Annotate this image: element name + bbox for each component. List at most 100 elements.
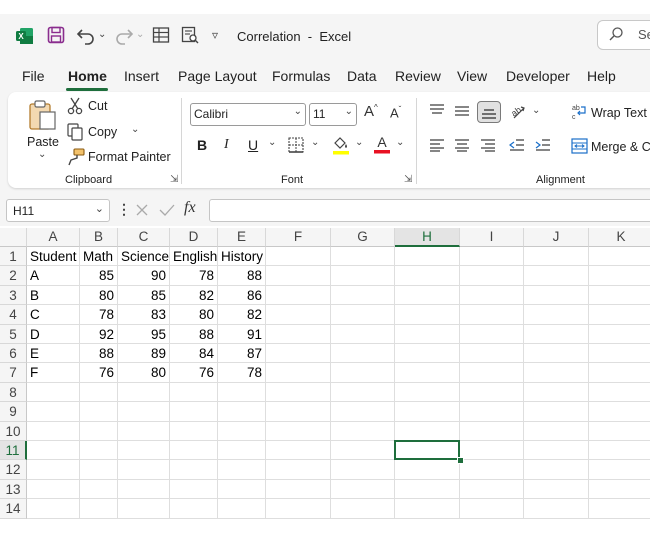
underline-button[interactable]: U [248, 137, 258, 153]
cell-b8[interactable] [80, 382, 118, 403]
cell-a14[interactable] [27, 499, 80, 519]
row-header-14[interactable]: 14 [0, 499, 27, 519]
cell-k2[interactable] [589, 266, 650, 286]
row-header-7[interactable]: 7 [0, 363, 27, 383]
row-header-9[interactable]: 9 [0, 402, 27, 422]
cell-a2[interactable]: A [27, 266, 80, 286]
enter-icon[interactable] [159, 203, 175, 217]
cell-j10[interactable] [524, 421, 589, 441]
cell-h3[interactable] [395, 285, 460, 306]
tab-data[interactable]: Data [347, 68, 377, 84]
cell-k14[interactable] [589, 499, 650, 519]
cell-i4[interactable] [460, 305, 524, 325]
cell-h12[interactable] [395, 460, 460, 480]
cell-a7[interactable]: F [27, 363, 80, 383]
cell-d8[interactable] [170, 382, 218, 403]
cell-j7[interactable] [524, 363, 589, 383]
cell-b9[interactable] [80, 402, 118, 422]
column-header-i[interactable]: I [460, 228, 524, 247]
cell-k7[interactable] [589, 363, 650, 383]
cell-f8[interactable] [266, 382, 331, 403]
cell-a12[interactable] [27, 460, 80, 480]
cell-h8[interactable] [395, 382, 460, 403]
cell-e7[interactable]: 78 [218, 363, 266, 383]
cell-d12[interactable] [170, 460, 218, 480]
cell-b1[interactable]: Math [80, 247, 118, 267]
cell-f14[interactable] [266, 499, 331, 519]
cell-d2[interactable]: 78 [170, 266, 218, 286]
cell-i12[interactable] [460, 460, 524, 480]
cell-c1[interactable]: Science [118, 247, 170, 267]
cell-i14[interactable] [460, 499, 524, 519]
cell-c4[interactable]: 83 [118, 305, 170, 325]
cell-i1[interactable] [460, 247, 524, 267]
cell-j1[interactable] [524, 247, 589, 267]
cell-j13[interactable] [524, 479, 589, 500]
cell-b10[interactable] [80, 421, 118, 441]
paste-button[interactable]: Paste ⌄ [24, 97, 60, 165]
cell-e4[interactable]: 82 [218, 305, 266, 325]
increase-font-size-icon[interactable]: A^ [364, 103, 378, 120]
cell-f12[interactable] [266, 460, 331, 480]
cell-f7[interactable] [266, 363, 331, 383]
cell-a6[interactable]: E [27, 344, 80, 364]
fill-color-icon[interactable] [332, 135, 350, 155]
cell-f2[interactable] [266, 266, 331, 286]
save-icon[interactable] [47, 26, 65, 44]
cell-h1[interactable] [395, 247, 460, 267]
column-header-b[interactable]: B [80, 228, 118, 247]
italic-button[interactable]: I [224, 137, 229, 153]
cell-i11[interactable] [460, 441, 524, 461]
cell-d3[interactable]: 82 [170, 285, 218, 306]
cell-h4[interactable] [395, 305, 460, 325]
row-header-2[interactable]: 2 [0, 266, 27, 286]
cell-a11[interactable] [27, 441, 80, 461]
insert-function-icon[interactable]: fx [184, 199, 196, 217]
cell-g3[interactable] [331, 285, 395, 306]
cell-e6[interactable]: 87 [218, 344, 266, 364]
cell-i5[interactable] [460, 324, 524, 344]
cell-d10[interactable] [170, 421, 218, 441]
cell-h10[interactable] [395, 421, 460, 441]
cell-i8[interactable] [460, 382, 524, 403]
column-header-f[interactable]: F [266, 228, 331, 247]
tab-help[interactable]: Help [587, 68, 616, 84]
cell-g13[interactable] [331, 479, 395, 500]
tab-insert[interactable]: Insert [124, 68, 159, 84]
font-color-dropdown-icon[interactable]: ⌄ [396, 137, 404, 148]
align-center-icon[interactable] [454, 138, 470, 152]
name-box[interactable]: H11 ⌄ [6, 199, 110, 222]
format-painter-button[interactable]: Format Painter [67, 148, 177, 168]
align-left-icon[interactable] [429, 138, 445, 152]
cell-h14[interactable] [395, 499, 460, 519]
cell-e9[interactable] [218, 402, 266, 422]
cell-b11[interactable] [80, 441, 118, 461]
cell-e2[interactable]: 88 [218, 266, 266, 286]
form-icon[interactable] [152, 26, 170, 44]
worksheet-grid[interactable]: A B C D E F G H I J K 1 Student Math Science English His… [0, 228, 650, 523]
cell-f1[interactable] [266, 247, 331, 267]
decrease-indent-icon[interactable] [509, 138, 525, 152]
cut-button[interactable]: Cut [67, 97, 127, 117]
copy-button[interactable]: Copy ⌄ [67, 123, 147, 143]
cell-d14[interactable] [170, 499, 218, 519]
decrease-font-size-icon[interactable]: Aˇ [390, 105, 401, 120]
cell-e11[interactable] [218, 441, 266, 461]
cell-k8[interactable] [589, 383, 650, 403]
cell-a13[interactable] [27, 479, 80, 500]
tab-review[interactable]: Review [395, 68, 441, 84]
cell-k9[interactable] [589, 402, 650, 422]
row-header-3[interactable]: 3 [0, 285, 27, 306]
cell-e3[interactable]: 86 [218, 285, 266, 306]
tab-page-layout[interactable]: Page Layout [178, 68, 257, 84]
row-header-11[interactable]: 11 [0, 441, 27, 461]
cell-g14[interactable] [331, 499, 395, 519]
cell-g5[interactable] [331, 324, 395, 344]
cell-e14[interactable] [218, 499, 266, 519]
cell-g10[interactable] [331, 421, 395, 441]
cell-a10[interactable] [27, 421, 80, 441]
font-launcher-icon[interactable]: ⇲ [404, 174, 412, 185]
cell-k6[interactable] [589, 344, 650, 364]
cell-i9[interactable] [460, 402, 524, 422]
cell-a8[interactable] [27, 382, 80, 403]
